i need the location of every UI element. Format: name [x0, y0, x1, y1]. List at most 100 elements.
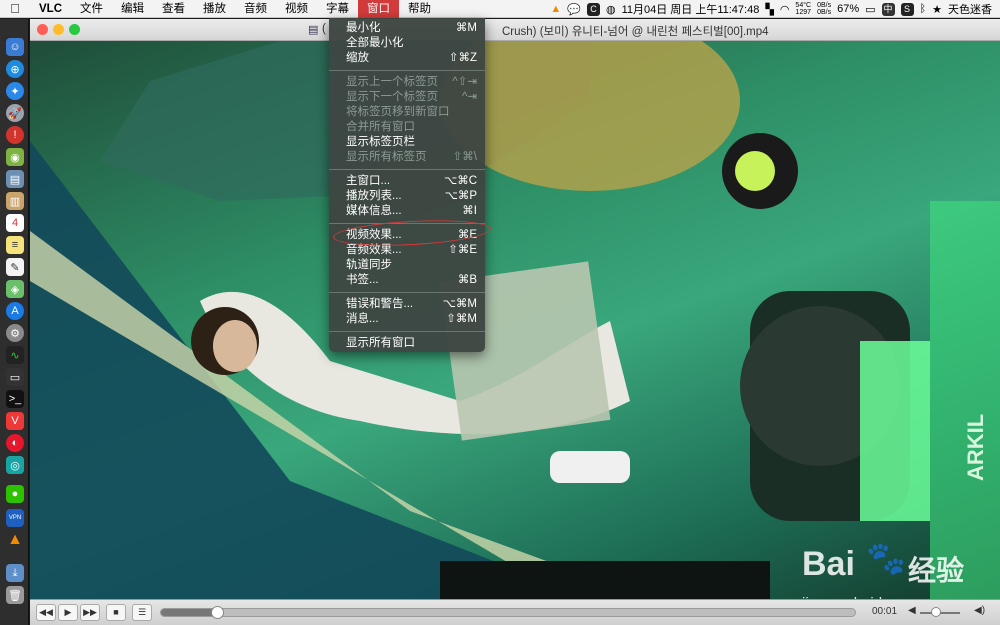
menu-item: 将标签页移到新窗口	[329, 105, 485, 120]
menu-separator	[329, 169, 485, 170]
menu-item-shortcut: ⇧⌘Z	[448, 52, 477, 64]
bluetooth-icon[interactable]: ᛒ	[920, 3, 927, 15]
globe-icon[interactable]: ◍	[606, 3, 616, 16]
vlc-cone-icon[interactable]: ▲	[550, 3, 561, 15]
volume-low-icon[interactable]: ◀	[908, 605, 916, 616]
title-bar[interactable]: ▤ ( Crush) (보미) 유니티-넘어 @ 내린천 페스티벌[00].mp…	[30, 19, 1000, 41]
user-name[interactable]: 天色迷香	[948, 1, 992, 17]
volume-high-icon[interactable]: ◀)	[974, 605, 985, 616]
menu-audio[interactable]: 音频	[235, 0, 276, 18]
menu-item[interactable]: 播放列表... ⌥⌘P	[329, 189, 485, 204]
textedit-icon[interactable]: ✎	[6, 258, 24, 276]
date-time[interactable]: 11月04日 周日 上午11:47:48	[622, 1, 760, 17]
battery-percent[interactable]: 67%	[837, 3, 859, 15]
menu-item[interactable]: 主窗口... ⌥⌘C	[329, 174, 485, 189]
video-scene: ARKIL	[30, 41, 1000, 599]
console-icon[interactable]: ▭	[6, 368, 24, 386]
downloads-icon[interactable]: ⤓	[6, 564, 24, 582]
appstore-icon[interactable]: ⊕	[6, 60, 24, 78]
menu-item-label: 媒体信息...	[346, 205, 402, 217]
trash-icon[interactable]: 🗑	[6, 586, 24, 604]
menu-item[interactable]: 轨道同步	[329, 258, 485, 273]
fast-forward-button[interactable]: ▶▶	[80, 604, 100, 621]
menu-item[interactable]: 全部最小化	[329, 36, 485, 51]
c-app-icon[interactable]: C	[586, 2, 600, 16]
menu-item[interactable]: 书签... ⌘B	[329, 273, 485, 288]
vpn-icon[interactable]: VPN	[6, 509, 24, 527]
menu-item-label: 显示所有窗口	[346, 337, 415, 349]
menu-item-label: 轨道同步	[346, 259, 392, 271]
bubble-icon[interactable]: 💬	[567, 3, 581, 16]
wifi-icon[interactable]: ◠	[780, 3, 790, 16]
menu-item-label: 播放列表...	[346, 190, 402, 202]
seek-handle[interactable]	[210, 606, 224, 619]
menu-view[interactable]: 查看	[153, 0, 194, 18]
stop-button[interactable]: ■	[106, 604, 126, 621]
battery-icon[interactable]: ▭	[865, 3, 875, 16]
android-icon[interactable]: ◉	[6, 148, 24, 166]
menu-item-shortcut: ⇧⌘M	[446, 313, 477, 325]
close-button[interactable]	[37, 24, 48, 35]
menu-app-name[interactable]: VLC	[30, 3, 71, 15]
stickies-icon[interactable]: ≡	[6, 236, 24, 254]
elapsed-time[interactable]: 00:01	[872, 606, 897, 617]
video-frame[interactable]: ARKIL	[30, 41, 1000, 599]
menu-item-label: 显示标签页栏	[346, 136, 415, 148]
menu-subtitles[interactable]: 字幕	[317, 0, 358, 18]
playlist-button[interactable]: ☰	[132, 604, 152, 621]
weibo-icon[interactable]: ◐	[6, 434, 24, 452]
rewind-button[interactable]: ◀◀	[36, 604, 56, 621]
finder-icon[interactable]: ☺	[6, 38, 24, 56]
apple-icon[interactable]: 	[0, 1, 30, 16]
seek-bar[interactable]	[160, 606, 856, 619]
settings-icon[interactable]: ⚙	[6, 324, 24, 342]
s-app-icon[interactable]: S	[900, 2, 914, 16]
menu-playback[interactable]: 播放	[194, 0, 235, 18]
menu-item-label: 显示下一个标签页	[346, 91, 438, 103]
zoom-button[interactable]	[69, 24, 80, 35]
star-icon[interactable]: ★	[932, 3, 942, 16]
menu-item-shortcut: ⇧⌘E	[448, 244, 477, 256]
menu-help[interactable]: 帮助	[399, 0, 440, 18]
bookmark-icon[interactable]: ▚	[765, 3, 773, 16]
menu-separator	[329, 70, 485, 71]
vivaldi-icon[interactable]: V	[6, 412, 24, 430]
menu-item[interactable]: 缩放 ⇧⌘Z	[329, 51, 485, 66]
rocket-icon[interactable]: 🚀	[6, 104, 24, 122]
menu-item-label: 音频效果...	[346, 244, 402, 256]
menu-item[interactable]: 显示标签页栏	[329, 135, 485, 150]
volume-handle[interactable]	[931, 607, 941, 617]
net-up: 0B/s	[817, 2, 832, 9]
menu-item[interactable]: 最小化 ⌘M	[329, 21, 485, 36]
menu-video[interactable]: 视频	[276, 0, 317, 18]
menu-item[interactable]: 媒体信息... ⌘I	[329, 204, 485, 219]
teal-app-icon[interactable]: ◎	[6, 456, 24, 474]
wechat-icon[interactable]: ●	[6, 485, 24, 503]
terminal-icon[interactable]: >_	[6, 390, 24, 408]
calendar-icon[interactable]: 4	[6, 214, 24, 232]
menu-item: 显示下一个标签页 ^⇥	[329, 90, 485, 105]
menu-item: 合并所有窗口	[329, 120, 485, 135]
menu-item[interactable]: 消息... ⇧⌘M	[329, 312, 485, 327]
menu-separator	[329, 292, 485, 293]
minimize-button[interactable]	[53, 24, 64, 35]
menu-window[interactable]: 窗口	[358, 0, 399, 18]
menu-item[interactable]: 错误和警告... ⌥⌘M	[329, 297, 485, 312]
menu-file[interactable]: 文件	[71, 0, 112, 18]
input-method[interactable]: 中	[881, 2, 895, 16]
red-app-icon[interactable]: !	[6, 126, 24, 144]
safari-icon[interactable]: ✦	[6, 82, 24, 100]
preview-icon[interactable]: ▤	[6, 170, 24, 188]
maps-icon[interactable]: ◈	[6, 280, 24, 298]
vlc-dock-icon[interactable]: ▲	[6, 531, 24, 549]
menu-item-shortcut: ⌥⌘C	[443, 175, 477, 187]
activity-monitor-icon[interactable]: ∿	[6, 346, 24, 364]
appstore2-icon[interactable]: A	[6, 302, 24, 320]
vlc-window: ▤ ( Crush) (보미) 유니티-넘어 @ 내린천 페스티벌[00].mp…	[30, 19, 1000, 625]
play-button[interactable]: ▶	[58, 604, 78, 621]
menu-item-label: 错误和警告...	[346, 298, 414, 310]
menu-item-label: 显示所有标签页	[346, 151, 427, 163]
notes-icon[interactable]: ▥	[6, 192, 24, 210]
menu-item[interactable]: 显示所有窗口	[329, 336, 485, 351]
menu-edit[interactable]: 编辑	[112, 0, 153, 18]
